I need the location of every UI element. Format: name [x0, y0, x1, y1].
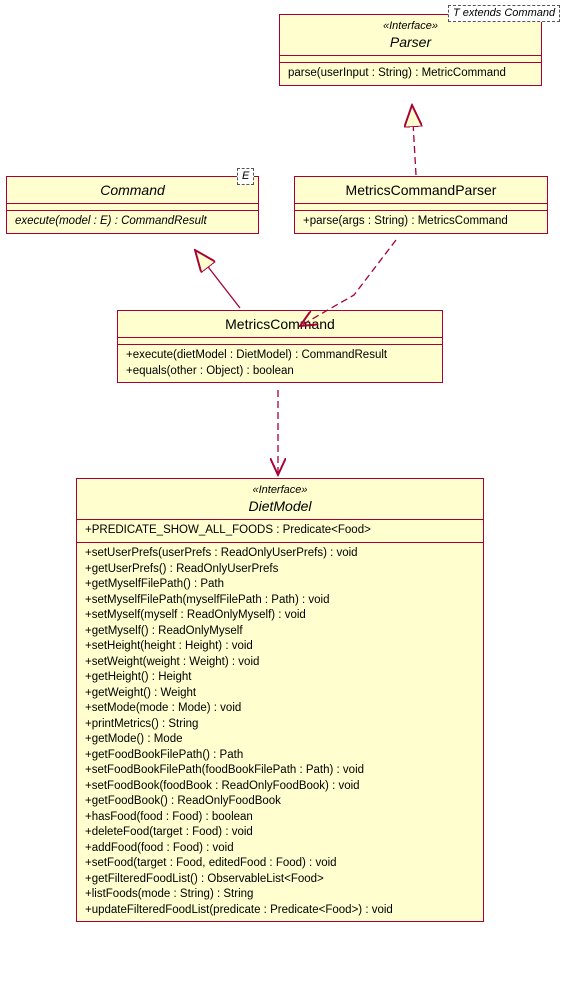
- parser-name: Parser: [288, 33, 533, 51]
- parser-ops: parse(userInput : String) : MetricComman…: [280, 63, 541, 85]
- dm-op-6: +setHeight(height : Height) : void: [85, 639, 475, 655]
- dm-op-7: +setWeight(weight : Weight) : void: [85, 655, 475, 671]
- dm-op-15: +setFoodBook(foodBook : ReadOnlyFoodBook…: [85, 779, 475, 795]
- mc-op-execute: +execute(dietModel : DietModel) : Comman…: [126, 348, 434, 364]
- class-metrics-command: MetricsCommand +execute(dietModel : Diet…: [117, 310, 443, 383]
- parser-op-parse: parse(userInput : String) : MetricComman…: [288, 66, 533, 82]
- dm-op-1: +getUserPrefs() : ReadOnlyUserPrefs: [85, 562, 475, 578]
- dm-op-3: +setMyselfFilePath(myselfFilePath : Path…: [85, 593, 475, 609]
- mc-header: MetricsCommand: [118, 311, 442, 338]
- command-header: Command: [7, 177, 258, 204]
- mcp-header: MetricsCommandParser: [295, 177, 547, 204]
- dm-op-17: +hasFood(food : Food) : boolean: [85, 810, 475, 826]
- dm-op-11: +printMetrics() : String: [85, 717, 475, 733]
- dm-header: «Interface» DietModel: [77, 479, 483, 520]
- dm-op-0: +setUserPrefs(userPrefs : ReadOnlyUserPr…: [85, 546, 475, 562]
- dm-attr-predicate: +PREDICATE_SHOW_ALL_FOODS : Predicate<Fo…: [85, 523, 475, 539]
- dm-op-23: +updateFilteredFoodList(predicate : Pred…: [85, 903, 475, 919]
- dm-stereotype: «Interface»: [85, 483, 475, 497]
- dm-name: DietModel: [85, 497, 475, 515]
- dm-op-20: +setFood(target : Food, editedFood : Foo…: [85, 856, 475, 872]
- mc-name: MetricsCommand: [126, 315, 434, 333]
- generalization-mc-command: [195, 250, 240, 308]
- dm-op-5: +getMyself() : ReadOnlyMyself: [85, 624, 475, 640]
- command-name: Command: [15, 181, 250, 199]
- dm-op-2: +getMyselfFilePath() : Path: [85, 577, 475, 593]
- mc-op-equals: +equals(other : Object) : boolean: [126, 364, 434, 380]
- command-attrs-empty: [7, 204, 258, 211]
- dm-op-9: +getWeight() : Weight: [85, 686, 475, 702]
- dm-op-10: +setMode(mode : Mode) : void: [85, 701, 475, 717]
- dm-op-21: +getFilteredFoodList() : ObservableList<…: [85, 872, 475, 888]
- mcp-op-parse: +parse(args : String) : MetricsCommand: [303, 214, 539, 230]
- dm-op-14: +setFoodBookFilePath(foodBookFilePath : …: [85, 763, 475, 779]
- mc-attrs-empty: [118, 338, 442, 345]
- command-type-param: E: [237, 168, 254, 185]
- dm-attrs: +PREDICATE_SHOW_ALL_FOODS : Predicate<Fo…: [77, 520, 483, 543]
- parser-attrs-empty: [280, 56, 541, 63]
- class-metrics-command-parser: MetricsCommandParser +parse(args : Strin…: [294, 176, 548, 234]
- command-op-execute: execute(model : E) : CommandResult: [15, 214, 250, 230]
- class-command: Command execute(model : E) : CommandResu…: [6, 176, 259, 234]
- dm-ops: +setUserPrefs(userPrefs : ReadOnlyUserPr…: [77, 543, 483, 921]
- mcp-name: MetricsCommandParser: [303, 181, 539, 199]
- mcp-attrs-empty: [295, 204, 547, 211]
- realization-mcp-parser: [412, 105, 416, 175]
- class-parser: «Interface» Parser parse(userInput : Str…: [279, 14, 542, 86]
- dm-op-16: +getFoodBook() : ReadOnlyFoodBook: [85, 794, 475, 810]
- mcp-ops: +parse(args : String) : MetricsCommand: [295, 211, 547, 233]
- dm-op-18: +deleteFood(target : Food) : void: [85, 825, 475, 841]
- mc-ops: +execute(dietModel : DietModel) : Comman…: [118, 345, 442, 382]
- dm-op-19: +addFood(food : Food) : void: [85, 841, 475, 857]
- dm-op-13: +getFoodBookFilePath() : Path: [85, 748, 475, 764]
- command-ops: execute(model : E) : CommandResult: [7, 211, 258, 233]
- dm-op-8: +getHeight() : Height: [85, 670, 475, 686]
- dm-op-12: +getMode() : Mode: [85, 732, 475, 748]
- dm-op-4: +setMyself(myself : ReadOnlyMyself) : vo…: [85, 608, 475, 624]
- dm-op-22: +listFoods(mode : String) : String: [85, 887, 475, 903]
- class-diet-model: «Interface» DietModel +PREDICATE_SHOW_AL…: [76, 478, 484, 922]
- parser-type-param: T extends Command: [448, 5, 560, 22]
